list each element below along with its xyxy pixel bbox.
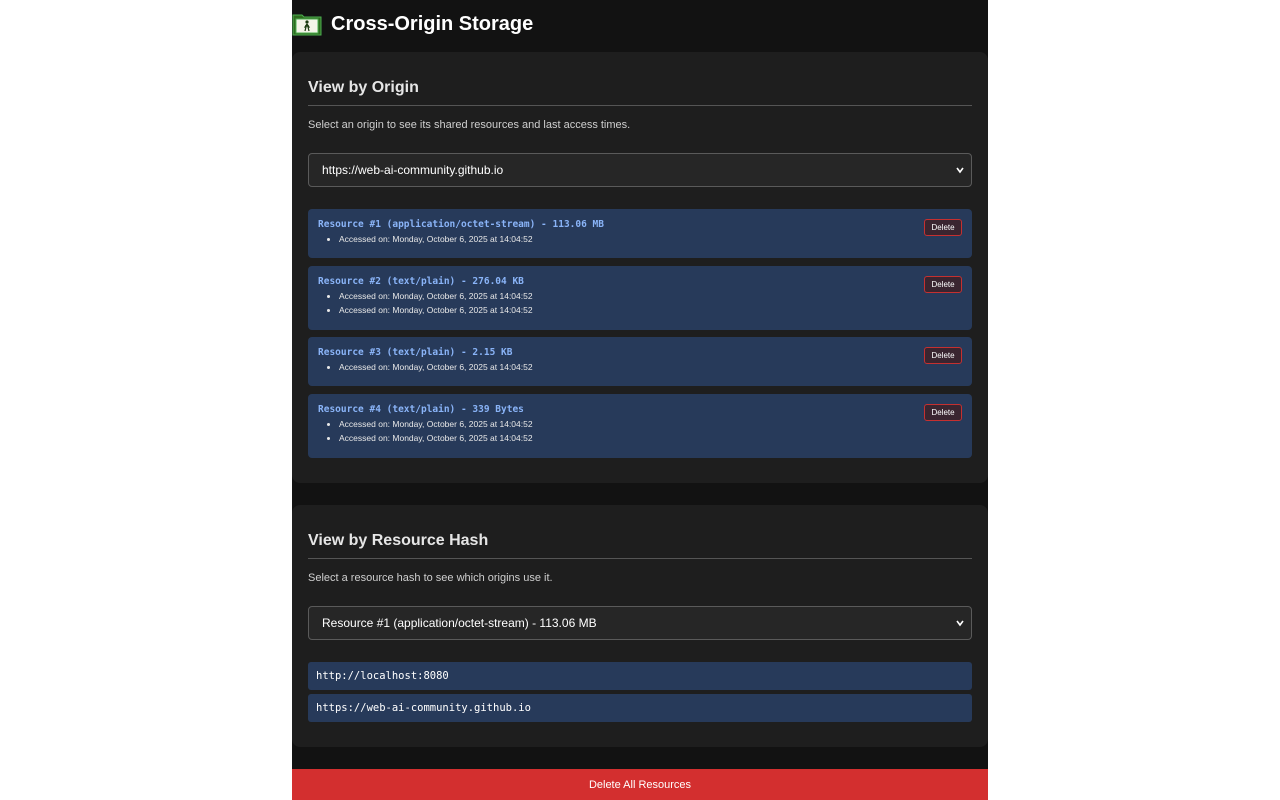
- page-title: Cross-Origin Storage: [331, 12, 534, 35]
- origin-view-description: Select an origin to see its shared resou…: [308, 119, 631, 131]
- access-list: Accessed on: Monday, October 6, 2025 at …: [318, 360, 533, 374]
- access-list: Accessed on: Monday, October 6, 2025 at …: [318, 232, 533, 246]
- origin-select[interactable]: https://web-ai-community.github.io: [308, 153, 972, 187]
- hash-view-heading: View by Resource Hash: [308, 532, 489, 549]
- resource-item: Resource #2 (text/plain) - 276.04 KB Acc…: [308, 266, 972, 330]
- access-entry: Accessed on: Monday, October 6, 2025 at …: [339, 417, 533, 431]
- origin-list-item: http://localhost:8080: [308, 662, 972, 690]
- resource-item: Resource #4 (text/plain) - 339 Bytes Acc…: [308, 394, 972, 458]
- section-divider: [308, 105, 972, 106]
- hash-view-description: Select a resource hash to see which orig…: [308, 572, 553, 584]
- resource-title: Resource #2 (text/plain) - 276.04 KB: [318, 276, 524, 287]
- origin-select-value: https://web-ai-community.github.io: [322, 163, 504, 177]
- resource-hash-select[interactable]: Resource #1 (application/octet-stream) -…: [308, 606, 972, 640]
- resource-title: Resource #1 (application/octet-stream) -…: [318, 219, 604, 230]
- resource-item: Resource #1 (application/octet-stream) -…: [308, 209, 972, 258]
- resource-title: Resource #4 (text/plain) - 339 Bytes: [318, 404, 524, 415]
- access-entry: Accessed on: Monday, October 6, 2025 at …: [339, 232, 533, 246]
- delete-resource-button[interactable]: Delete: [924, 404, 962, 421]
- chevron-down-icon: [956, 167, 964, 174]
- chevron-down-icon: [956, 620, 964, 627]
- access-entry: Accessed on: Monday, October 6, 2025 at …: [339, 360, 533, 374]
- delete-resource-button[interactable]: Delete: [924, 219, 962, 236]
- access-list: Accessed on: Monday, October 6, 2025 at …: [318, 417, 533, 445]
- access-entry: Accessed on: Monday, October 6, 2025 at …: [339, 303, 533, 317]
- resource-title: Resource #3 (text/plain) - 2.15 KB: [318, 347, 513, 358]
- origin-view-card: View by Origin Select an origin to see i…: [292, 52, 988, 483]
- delete-resource-button[interactable]: Delete: [924, 276, 962, 293]
- delete-all-resources-button[interactable]: Delete All Resources: [292, 769, 988, 800]
- resource-item: Resource #3 (text/plain) - 2.15 KB Acces…: [308, 337, 972, 386]
- delete-resource-button[interactable]: Delete: [924, 347, 962, 364]
- origin-list-item: https://web-ai-community.github.io: [308, 694, 972, 722]
- section-divider: [308, 558, 972, 559]
- app-page: Cross-Origin Storage View by Origin Sele…: [292, 0, 988, 800]
- folder-person-icon: [292, 14, 322, 36]
- resource-hash-select-value: Resource #1 (application/octet-stream) -…: [322, 616, 597, 630]
- access-entry: Accessed on: Monday, October 6, 2025 at …: [339, 289, 533, 303]
- access-entry: Accessed on: Monday, October 6, 2025 at …: [339, 431, 533, 445]
- origin-view-heading: View by Origin: [308, 79, 419, 96]
- page-header: Cross-Origin Storage: [292, 0, 988, 52]
- hash-view-card: View by Resource Hash Select a resource …: [292, 505, 988, 747]
- access-list: Accessed on: Monday, October 6, 2025 at …: [318, 289, 533, 317]
